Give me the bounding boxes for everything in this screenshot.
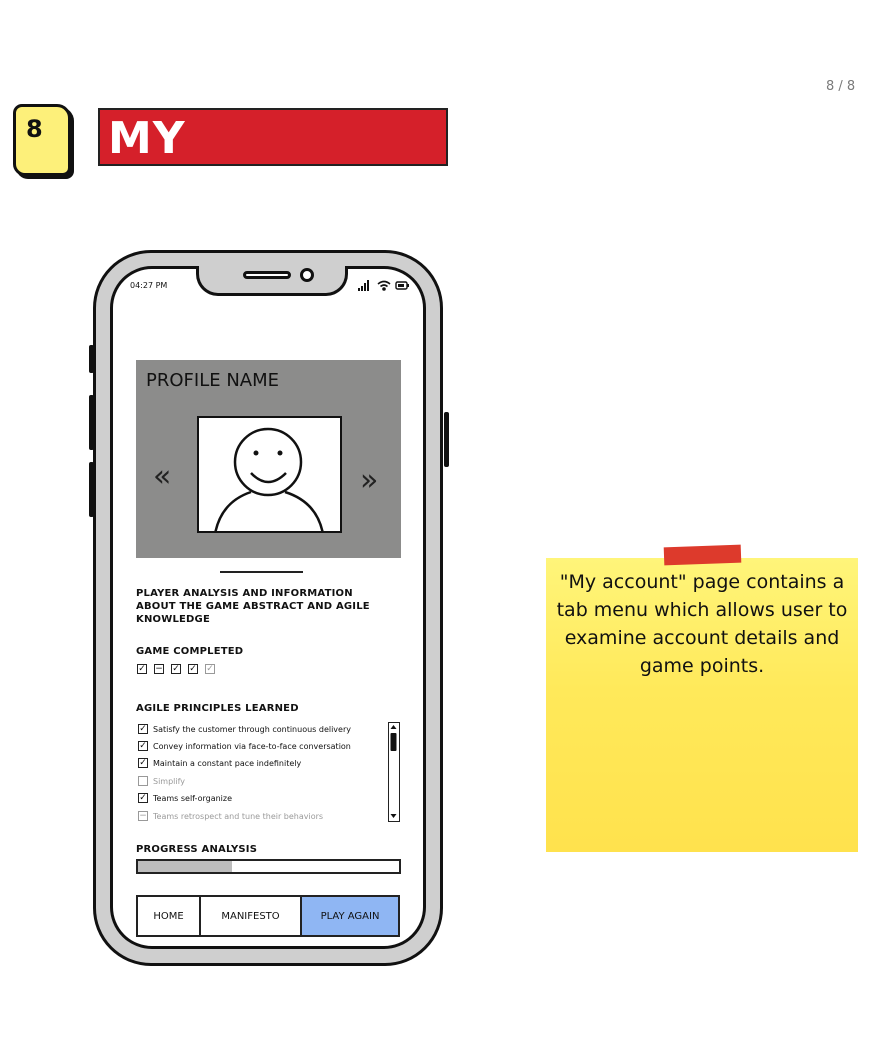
- bottom-tab-menu: HOME MANIFESTO PLAY AGAIN: [136, 895, 400, 937]
- player-analysis-text: PLAYER ANALYSIS AND INFORMATION ABOUT TH…: [136, 588, 370, 625]
- phone-side-button-right: [444, 412, 449, 467]
- avatar: [197, 416, 342, 533]
- principle-label: Teams retrospect and tune their behavior…: [153, 811, 324, 821]
- scrollbar-arrows-icon: [390, 725, 397, 818]
- principle-item[interactable]: − Teams retrospect and tune their behavi…: [138, 810, 323, 822]
- game-check-5[interactable]: ✓: [205, 664, 215, 674]
- principle-item[interactable]: ✓ Maintain a constant pace indefinitely: [138, 757, 301, 769]
- game-check-3[interactable]: ✓: [171, 664, 181, 674]
- smiley-avatar-icon: [214, 427, 324, 531]
- profile-name: PROFILE NAME: [146, 370, 279, 391]
- principle-label: Simplify: [153, 776, 186, 786]
- next-profile-button[interactable]: »: [360, 466, 378, 496]
- sticky-tape: [663, 544, 742, 566]
- home-tab[interactable]: HOME: [138, 897, 201, 935]
- game-completed-checkboxes: ✓ − ✓ ✓ ✓: [137, 664, 215, 674]
- game-check-2[interactable]: −: [154, 664, 164, 674]
- game-completed-heading: GAME COMPLETED: [136, 646, 244, 657]
- checkbox-checked-icon[interactable]: ✓: [138, 741, 148, 751]
- signal-icon: [358, 280, 369, 291]
- checkbox-checked-icon[interactable]: ✓: [138, 724, 148, 734]
- principle-label: Teams self-organize: [153, 793, 233, 803]
- game-check-1[interactable]: ✓: [137, 664, 147, 674]
- phone-speaker: [243, 271, 291, 279]
- phone-camera: [300, 268, 314, 282]
- agile-principles-heading: AGILE PRINCIPLES LEARNED: [136, 703, 299, 714]
- page-title: MY ACCOUNT: [98, 108, 448, 222]
- status-icons: [358, 280, 409, 291]
- play-again-tab[interactable]: PLAY AGAIN: [302, 897, 398, 935]
- principle-item[interactable]: ✓ Teams self-organize: [138, 792, 232, 804]
- checkbox-indeterminate-icon[interactable]: −: [138, 811, 148, 821]
- manifesto-tab[interactable]: MANIFESTO: [201, 897, 302, 935]
- checkbox-checked-icon[interactable]: ✓: [138, 758, 148, 768]
- checkbox-unchecked-icon[interactable]: [138, 776, 148, 786]
- principle-label: Maintain a constant pace indefinitely: [153, 758, 302, 768]
- divider: [220, 571, 303, 573]
- principles-scrollbar[interactable]: [388, 722, 400, 822]
- status-time: 04:27 PM: [130, 281, 168, 290]
- checkbox-checked-icon[interactable]: ✓: [138, 793, 148, 803]
- prev-profile-button[interactable]: «: [153, 462, 171, 492]
- battery-icon: [395, 281, 409, 290]
- game-check-4[interactable]: ✓: [188, 664, 198, 674]
- page-counter: 8 / 8: [826, 79, 856, 94]
- progress-heading: PROGRESS ANALYSIS: [136, 844, 258, 855]
- principle-label: Convey information via face-to-face conv…: [153, 741, 351, 751]
- principle-item[interactable]: ✓ Convey information via face-to-face co…: [138, 740, 351, 752]
- principle-item[interactable]: Simplify: [138, 775, 185, 787]
- progress-fill: [138, 861, 232, 872]
- progress-bar: [136, 859, 401, 874]
- sticky-note-text: "My account" page contains a tab menu wh…: [556, 571, 848, 677]
- wifi-icon: [377, 280, 391, 291]
- principle-label: Satisfy the customer through continuous …: [153, 724, 351, 734]
- principle-item[interactable]: ✓ Satisfy the customer through continuou…: [138, 723, 351, 735]
- step-number: 8: [26, 115, 43, 143]
- step-badge: 8: [13, 104, 71, 176]
